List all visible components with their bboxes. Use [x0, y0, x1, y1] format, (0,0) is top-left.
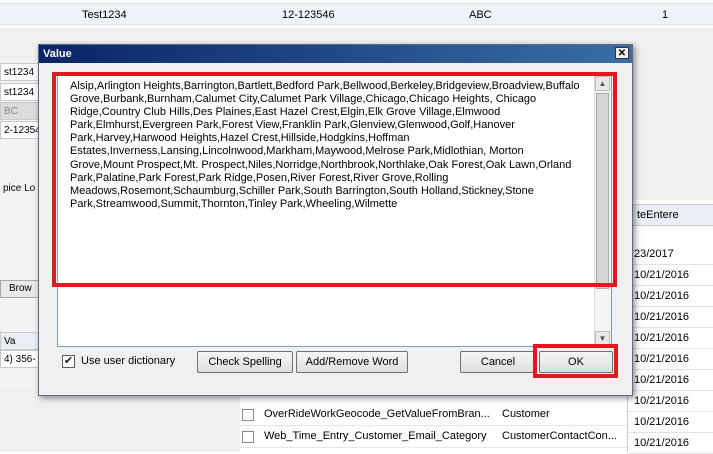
- background-right-grid: teEntere 23/2017 10/21/2016 10/21/2016 1…: [627, 200, 713, 454]
- use-user-dictionary-checkbox[interactable]: ✔: [62, 355, 75, 368]
- cancel-button[interactable]: Cancel: [460, 351, 536, 373]
- table-cell: 10/21/2016: [628, 433, 713, 454]
- left-label: pice Lo: [3, 183, 36, 194]
- value-dialog: Value ✕ Alsip,Arlington Heights,Barringt…: [38, 44, 633, 396]
- check-spelling-button[interactable]: Check Spelling: [197, 351, 293, 373]
- table-row[interactable]: OverRideWorkGeocode_GetValueFromBran... …: [240, 404, 627, 426]
- table-cell: 10/21/2016: [628, 328, 713, 349]
- left-field[interactable]: 2-12354: [0, 121, 40, 139]
- table-cell: OverRideWorkGeocode_GetValueFromBran...: [264, 408, 490, 420]
- table-cell: Web_Time_Entry_Customer_Email_Category: [264, 430, 487, 442]
- table-cell: 12-123546: [282, 9, 335, 21]
- add-remove-word-button[interactable]: Add/Remove Word: [296, 351, 408, 373]
- table-cell: Test1234: [82, 9, 127, 21]
- highlight-annotation-ok: [533, 344, 618, 378]
- table-row[interactable]: Test1234 12-123546 ABC 1: [0, 3, 713, 25]
- table-cell: 10/21/2016: [628, 265, 713, 286]
- left-field[interactable]: st1234: [0, 63, 40, 81]
- table-cell: ABC: [469, 9, 492, 21]
- table-cell: 10/21/2016: [628, 286, 713, 307]
- row-checkbox[interactable]: [242, 409, 254, 421]
- table-cell: 1: [662, 9, 669, 21]
- left-header: Va: [0, 332, 40, 350]
- table-cell: 23/2017: [628, 244, 713, 265]
- table-cell: 10/21/2016: [628, 370, 713, 391]
- browse-button[interactable]: Brow: [0, 280, 40, 298]
- left-field[interactable]: 4) 356-: [0, 350, 40, 368]
- use-user-dictionary-label: Use user dictionary: [81, 355, 176, 367]
- table-cell: CustomerContactCon...: [502, 430, 617, 442]
- left-field[interactable]: BC: [0, 102, 40, 120]
- table-row[interactable]: Web_Time_Entry_Customer_Email_Category C…: [240, 426, 627, 448]
- background-top-grid: Test1234 12-123546 ABC 1: [0, 0, 713, 29]
- dialog-title: Value: [43, 48, 72, 60]
- table-cell: 10/21/2016: [628, 391, 713, 412]
- close-icon[interactable]: ✕: [615, 47, 629, 59]
- column-header-date-entered[interactable]: teEntere: [628, 204, 713, 226]
- highlight-annotation-text: [52, 72, 617, 287]
- table-cell: 10/21/2016: [628, 349, 713, 370]
- table-cell: 10/21/2016: [628, 307, 713, 328]
- table-cell: 10/21/2016: [628, 412, 713, 433]
- left-field[interactable]: st1234: [0, 83, 40, 101]
- dialog-titlebar[interactable]: Value ✕: [39, 45, 632, 63]
- row-checkbox[interactable]: [242, 431, 254, 443]
- table-cell: Customer: [502, 408, 550, 420]
- background-left-column: st1234 st1234 BC 2-12354 pice Lo Brow Va…: [0, 58, 40, 388]
